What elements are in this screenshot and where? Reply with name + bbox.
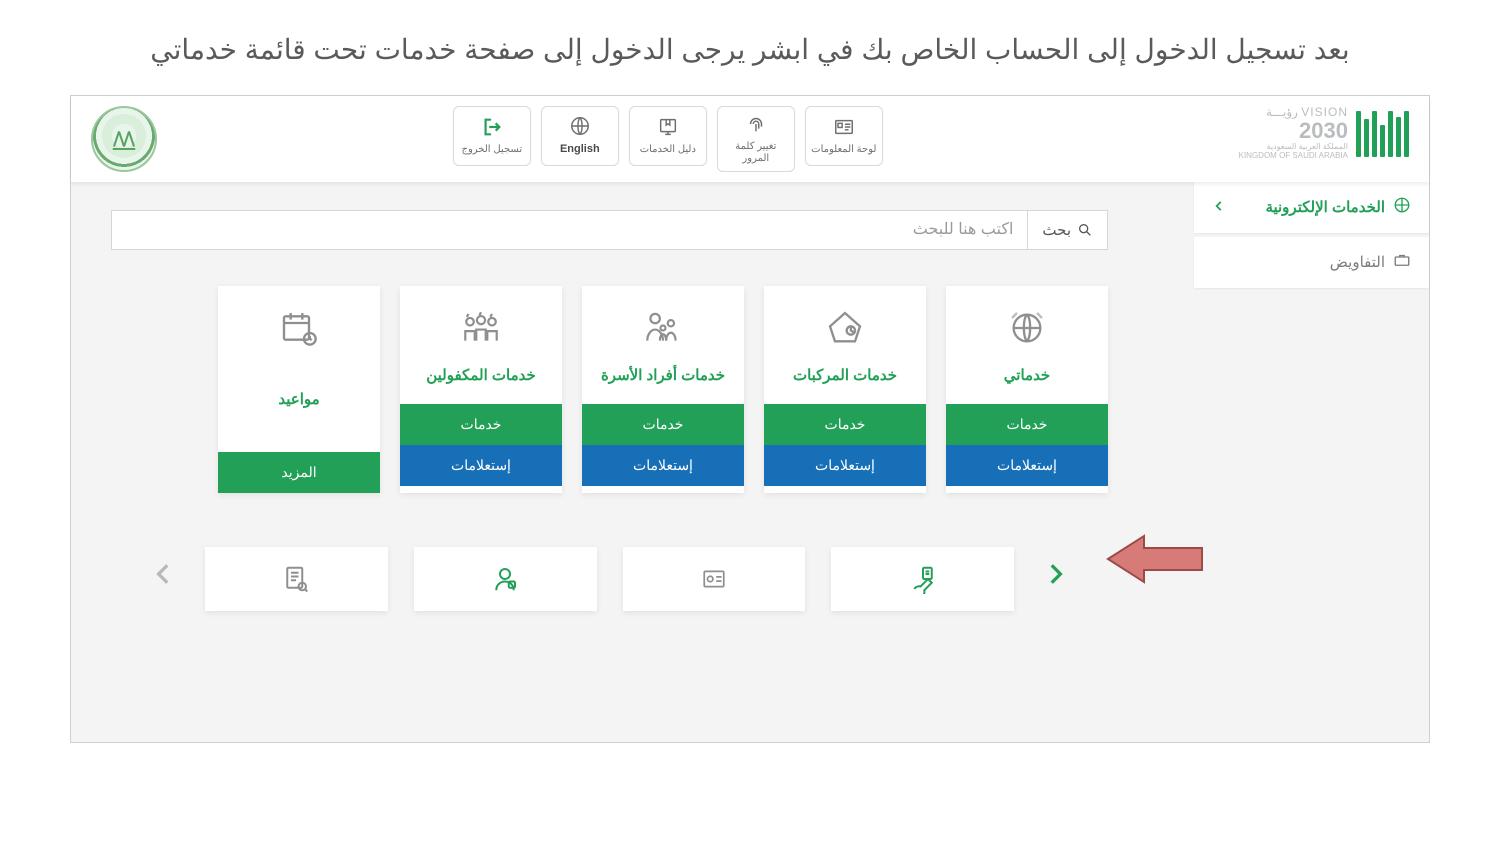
fingerprint-icon — [745, 113, 767, 135]
tile-my-services-services-button[interactable]: خدمات — [946, 404, 1108, 445]
tile-sponsored: خدمات المكفولين خدمات إستعلامات — [400, 286, 562, 493]
side-nav: الخدمات الإلكترونية التفاويض — [1194, 182, 1429, 292]
tile-family: خدمات أفراد الأسرة خدمات إستعلامات — [582, 286, 744, 493]
profile-list-icon — [699, 566, 729, 592]
logout-label: تسجيل الخروج — [462, 144, 523, 156]
instruction-text: بعد تسجيل الدخول إلى الحساب الخاص بك في … — [0, 0, 1500, 87]
moi-emblem-icon — [91, 106, 157, 172]
globe-hand-icon — [946, 286, 1108, 356]
tile-my-services-inquiries-button[interactable]: إستعلامات — [946, 445, 1108, 486]
app-frame: تسجيل الخروج English دليل الخدمات — [70, 95, 1430, 743]
service-tiles: خدماتي خدمات إستعلامات خدمات المركبات خد… — [111, 286, 1108, 493]
tile-sponsored-inquiries-button[interactable]: إستعلامات — [400, 445, 562, 486]
change-password-label: تغيير كلمة المرور — [722, 141, 790, 165]
language-english-button[interactable]: English — [541, 106, 619, 166]
services-guide-button[interactable]: دليل الخدمات — [629, 106, 707, 166]
family-icon — [582, 286, 744, 356]
search-button-label: بحث — [1042, 221, 1071, 239]
mini-tile-3[interactable] — [623, 547, 806, 611]
mini-tile-2[interactable] — [414, 547, 597, 611]
id-card-icon — [832, 116, 856, 138]
vision-2030-logo: رؤيـــة VISION 2030 المملكة العربية السع… — [1239, 106, 1348, 161]
carousel-prev-button[interactable] — [141, 550, 187, 608]
tile-family-services-button[interactable]: خدمات — [582, 404, 744, 445]
sidenav-eservices-label: الخدمات الإلكترونية — [1265, 198, 1385, 216]
tile-my-services: خدماتي خدمات إستعلامات — [946, 286, 1108, 493]
tile-family-title: خدمات أفراد الأسرة — [595, 356, 731, 404]
workers-icon — [400, 286, 562, 356]
hand-doc-icon — [908, 564, 938, 594]
tile-my-services-title: خدماتي — [998, 356, 1056, 404]
instruction-arrow-icon — [1106, 532, 1206, 591]
header: تسجيل الخروج English دليل الخدمات — [71, 96, 1429, 182]
chevron-left-icon — [151, 554, 177, 594]
carousel-next-button[interactable] — [1032, 550, 1078, 608]
sidenav-authorizations-label: التفاويض — [1330, 253, 1385, 271]
bookmark-screen-icon — [657, 116, 679, 138]
tile-appointments-title: مواعيد — [272, 356, 325, 452]
tile-vehicles: خدمات المركبات خدمات إستعلامات — [764, 286, 926, 493]
language-english-label: English — [560, 143, 600, 156]
doc-search-icon — [281, 564, 311, 594]
vision-line2: 2030 — [1239, 119, 1348, 143]
search-row: بحث — [111, 210, 1108, 250]
tile-sponsored-title: خدمات المكفولين — [420, 356, 542, 404]
nav-spacer — [893, 106, 943, 166]
eservices-icon — [1393, 196, 1411, 219]
search-input[interactable] — [111, 210, 1028, 250]
brand-logos: رؤيـــة VISION 2030 المملكة العربية السع… — [1239, 106, 1409, 161]
tile-appointments: مواعيد المزيد — [218, 286, 380, 493]
absher-bars-icon — [1356, 109, 1409, 157]
header-nav: تسجيل الخروج English دليل الخدمات — [453, 106, 943, 172]
tile-appointments-more-button[interactable]: المزيد — [218, 452, 380, 493]
calendar-clock-icon — [218, 286, 380, 356]
dashboard-label: لوحة المعلومات — [811, 144, 876, 156]
tile-vehicles-services-button[interactable]: خدمات — [764, 404, 926, 445]
absher-logo — [1356, 109, 1409, 157]
vision-line1: رؤيـــة VISION — [1239, 106, 1348, 119]
sidenav-authorizations[interactable]: التفاويض — [1194, 237, 1429, 288]
main-column: بحث خدماتي خدمات إستعلامات — [71, 182, 1194, 631]
mini-tile-1[interactable] — [205, 547, 388, 611]
vehicle-tag-icon — [764, 286, 926, 356]
tile-family-inquiries-button[interactable]: إستعلامات — [582, 445, 744, 486]
tile-vehicles-inquiries-button[interactable]: إستعلامات — [764, 445, 926, 486]
vision-line4: KINGDOM OF SAUDI ARABIA — [1239, 152, 1348, 161]
mini-tile-4[interactable] — [831, 547, 1014, 611]
chevron-right-icon — [1042, 554, 1068, 594]
tile-vehicles-title: خدمات المركبات — [787, 356, 903, 404]
globe-icon — [569, 115, 591, 137]
dashboard-button[interactable]: لوحة المعلومات — [805, 106, 883, 166]
change-password-button[interactable]: تغيير كلمة المرور — [717, 106, 795, 172]
person-badge-icon — [490, 564, 520, 594]
content-area: الخدمات الإلكترونية التفاويض — [71, 182, 1429, 742]
tile-sponsored-services-button[interactable]: خدمات — [400, 404, 562, 445]
services-guide-label: دليل الخدمات — [640, 144, 696, 156]
search-button[interactable]: بحث — [1028, 210, 1108, 250]
logout-icon — [481, 116, 503, 138]
logout-button[interactable]: تسجيل الخروج — [453, 106, 531, 166]
search-icon — [1077, 222, 1093, 238]
briefcase-icon — [1393, 251, 1411, 274]
chevron-left-icon — [1212, 197, 1226, 218]
bottom-carousel — [111, 547, 1108, 611]
sidenav-eservices[interactable]: الخدمات الإلكترونية — [1194, 182, 1429, 233]
